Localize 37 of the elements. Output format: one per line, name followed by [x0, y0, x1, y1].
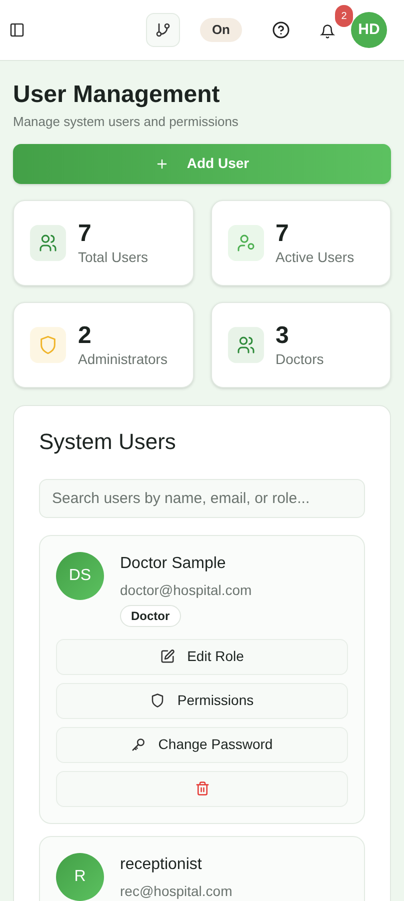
user-email: rec@hospital.com: [120, 882, 232, 901]
stat-label: Active Users: [276, 248, 354, 266]
shield-icon: [30, 326, 66, 362]
role-tag: Doctor: [120, 604, 181, 626]
user-gear-icon: [228, 224, 264, 260]
toggle-button[interactable]: On: [200, 18, 242, 42]
notification-count: 2: [335, 5, 353, 27]
edit-icon: [160, 649, 176, 664]
user-name: receptionist: [120, 854, 202, 874]
page-subtitle: Manage system users and permissions: [13, 113, 240, 131]
notification-bell-icon[interactable]: [320, 23, 335, 39]
panel-title: System Users: [39, 428, 177, 456]
stat-label: Doctors: [276, 350, 324, 368]
stat-label: Administrators: [78, 350, 168, 368]
key-icon: [131, 737, 146, 752]
trash-icon: [194, 781, 210, 796]
users-icon: [30, 224, 66, 260]
stat-value: 3: [276, 322, 290, 350]
plus-icon: [154, 156, 169, 170]
action-button[interactable]: Change Password: [56, 726, 348, 762]
user-name: Doctor Sample: [120, 554, 226, 574]
user-avatar: R: [56, 852, 104, 900]
users-icon: [228, 326, 264, 362]
page-title: User Management: [13, 80, 221, 110]
stat-label: Total Users: [78, 248, 148, 266]
help-icon[interactable]: [272, 21, 290, 39]
branch-button[interactable]: [146, 13, 180, 47]
shield-icon: [150, 693, 166, 708]
stat-value: 7: [276, 220, 290, 248]
user-avatar: DS: [56, 552, 104, 600]
search-field[interactable]: Search users by name, email, or role...: [39, 478, 365, 518]
branch-icon: [154, 22, 171, 38]
stat-value: 2: [78, 322, 92, 350]
action-button[interactable]: Edit Role: [56, 638, 348, 674]
user-email: doctor@hospital.com: [120, 580, 252, 600]
action-button[interactable]: Permissions: [56, 682, 348, 718]
stat-value: 7: [78, 220, 92, 248]
